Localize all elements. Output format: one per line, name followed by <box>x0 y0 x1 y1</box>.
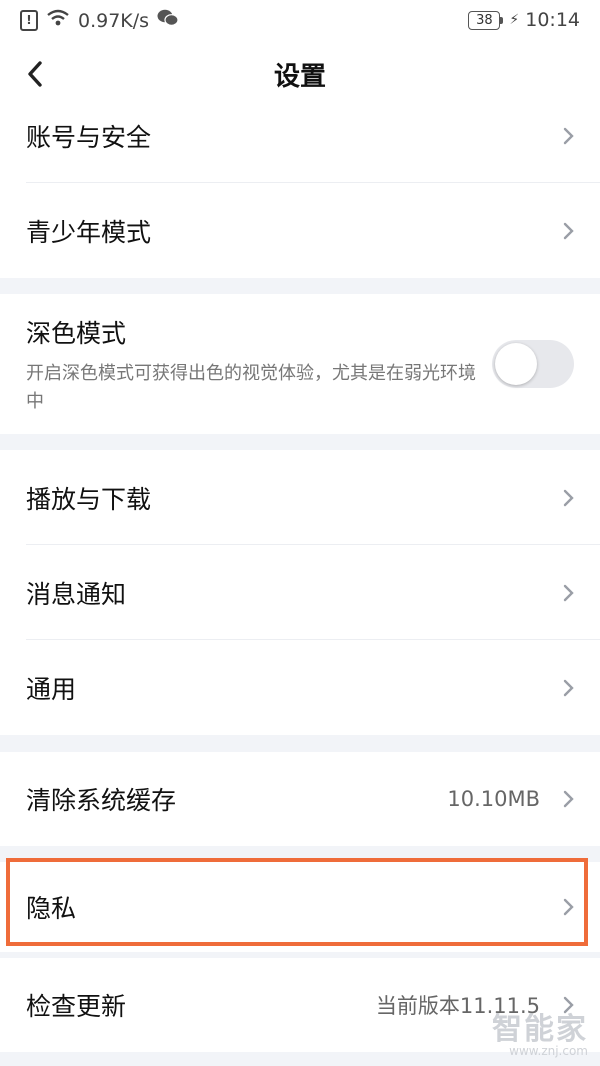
alert-icon: ! <box>20 10 38 31</box>
item-label: 青少年模式 <box>26 217 152 247</box>
chevron-right-icon <box>563 679 574 696</box>
dark-mode-toggle[interactable] <box>492 340 574 388</box>
item-label: 清除系统缓存 <box>26 786 177 815</box>
watermark: 智能家 www.znj.com <box>492 1004 588 1058</box>
item-label: 隐私 <box>26 894 77 923</box>
group-account: 账号与安全 青少年模式 <box>0 88 600 278</box>
watermark-text: 智能家 <box>492 1012 588 1047</box>
cache-size: 10.10MB <box>447 787 540 811</box>
battery-icon: 38 <box>468 10 504 30</box>
group-cache: 清除系统缓存 10.10MB <box>0 752 600 846</box>
chevron-right-icon <box>563 790 574 808</box>
charging-icon: ⚡ <box>509 12 520 28</box>
chevron-right-icon <box>563 489 574 506</box>
item-label: 通用 <box>26 674 77 704</box>
settings-item-playback-download[interactable]: 播放与下载 <box>0 450 600 545</box>
dark-mode-description: 开启深色模式可获得出色的视觉体验，尤其是在弱光环境中 <box>26 363 476 412</box>
settings-item-teen-mode[interactable]: 青少年模式 <box>0 183 600 278</box>
status-right: 38 ⚡ 10:14 <box>468 9 580 31</box>
toggle-knob <box>495 343 537 385</box>
status-left: ! 0.97K/s <box>20 9 179 32</box>
settings-item-clear-cache[interactable]: 清除系统缓存 10.10MB <box>0 752 600 846</box>
battery-level: 38 <box>468 10 501 30</box>
clock: 10:14 <box>525 9 580 31</box>
item-label: 检查更新 <box>26 992 127 1021</box>
wifi-icon <box>46 9 70 32</box>
chevron-right-icon <box>563 898 574 916</box>
dark-mode-title: 深色模式 <box>26 319 127 348</box>
chevron-right-icon <box>563 222 574 239</box>
group-dark-mode: 深色模式 开启深色模式可获得出色的视觉体验，尤其是在弱光环境中 <box>0 294 600 434</box>
group-privacy: 隐私 <box>0 862 600 952</box>
settings-item-privacy[interactable]: 隐私 <box>0 862 600 952</box>
chevron-right-icon <box>563 584 574 601</box>
item-label: 消息通知 <box>26 579 127 609</box>
item-label: 播放与下载 <box>26 484 152 514</box>
chevron-right-icon <box>563 127 574 144</box>
group-general: 播放与下载 消息通知 通用 <box>0 450 600 735</box>
settings-item-account-security[interactable]: 账号与安全 <box>0 88 600 183</box>
settings-item-general[interactable]: 通用 <box>0 640 600 735</box>
network-speed: 0.97K/s <box>78 9 150 32</box>
wechat-icon <box>157 9 179 32</box>
settings-item-notifications[interactable]: 消息通知 <box>0 545 600 640</box>
item-label: 账号与安全 <box>26 122 152 152</box>
status-bar: ! 0.97K/s 38 ⚡ 10:14 <box>0 0 600 42</box>
